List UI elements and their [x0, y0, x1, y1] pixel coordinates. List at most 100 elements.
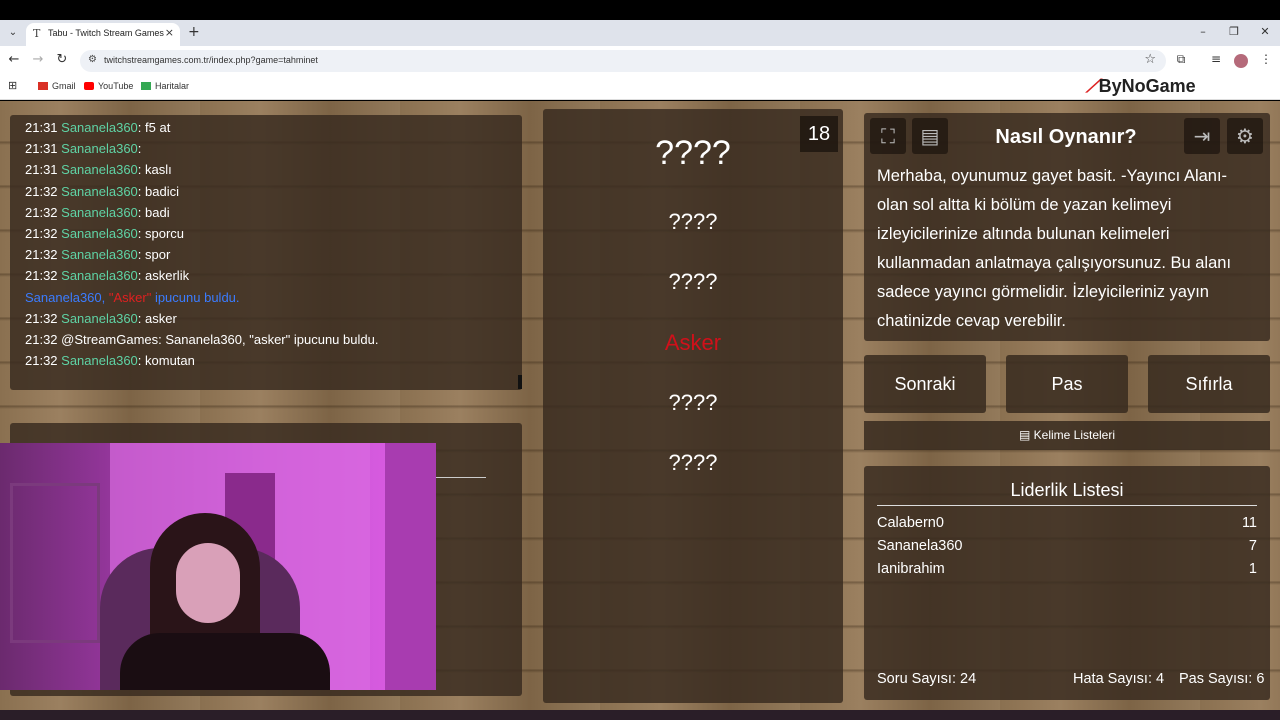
- pass-button[interactable]: Pas: [1006, 355, 1128, 413]
- chat-message: 21:32 Sananela360: sporcu: [25, 226, 184, 241]
- chat-notice: Sananela360, "Asker" ipucunu buldu.: [25, 290, 240, 305]
- target-word: ????: [655, 134, 731, 172]
- maps-icon: [141, 82, 151, 90]
- url-text[interactable]: twitchstreamgames.com.tr/index.php?game=…: [104, 55, 318, 65]
- youtube-icon: [84, 82, 94, 90]
- bookmark-label: YouTube: [98, 81, 134, 91]
- bookmark-gmail[interactable]: Gmail: [38, 81, 76, 91]
- profile-avatar[interactable]: [1234, 54, 1248, 68]
- chat-time: 21:32: [25, 247, 62, 263]
- back-icon[interactable]: ←: [6, 52, 22, 67]
- forward-icon[interactable]: →: [30, 52, 46, 67]
- next-button[interactable]: Sonraki: [864, 355, 986, 413]
- exit-icon[interactable]: ⇥: [1184, 118, 1220, 154]
- address-bar-row: ← → ↻ ⚙ twitchstreamgames.com.tr/index.p…: [0, 46, 1280, 76]
- divider: [436, 477, 486, 478]
- chat-time: 21:32: [25, 332, 62, 347]
- error-count: Hata Sayısı: 4: [1073, 671, 1165, 687]
- chat-username: Sananela360: [61, 310, 138, 326]
- logo-text: ByNoGame: [1098, 76, 1196, 96]
- chat-text: : badici: [137, 183, 179, 199]
- bookmark-star-icon[interactable]: ☆: [1144, 52, 1156, 67]
- player-name: Sananela360: [877, 538, 963, 554]
- bookmark-label: Haritalar: [155, 81, 190, 91]
- leaderboard-divider: [877, 505, 1257, 506]
- taboo-word-2: ????: [668, 269, 718, 294]
- player-score: 11: [1241, 515, 1257, 531]
- chat-time: 21:32: [25, 353, 62, 369]
- chat-time: 21:31: [25, 141, 62, 157]
- chat-time: 21:31: [25, 120, 62, 135]
- person-face: [176, 543, 240, 623]
- browser-tab[interactable]: T Tabu - Twitch Stream Games ×: [26, 23, 180, 46]
- player-score: 1: [1248, 561, 1257, 577]
- reset-button[interactable]: Sıfırla: [1148, 355, 1270, 413]
- chat-text: : sporcu: [137, 226, 185, 241]
- list-icon: ▤: [1018, 428, 1034, 442]
- minimize-icon[interactable]: –: [1195, 25, 1211, 38]
- tab-close-icon[interactable]: ×: [165, 26, 174, 39]
- reload-icon[interactable]: ↻: [54, 52, 70, 67]
- chat-scrollbar[interactable]: [518, 375, 522, 389]
- chat-message: 21:32 @StreamGames: Sananela360, "asker"…: [25, 332, 378, 347]
- chat-time: 21:32: [25, 183, 62, 199]
- word-lists-button[interactable]: ▤ Kelime Listeleri: [864, 421, 1270, 450]
- chat-username: Sananela360: [61, 247, 138, 263]
- chat-time: 21:31: [25, 162, 62, 178]
- leaderboard-title: Liderlik Listesi: [1010, 480, 1124, 500]
- tab-title: Tabu - Twitch Stream Games: [48, 28, 164, 38]
- chat-message: 21:31 Sananela360:: [25, 141, 141, 156]
- notes-icon[interactable]: ▤: [912, 118, 948, 154]
- window-close-icon[interactable]: ✕: [1257, 25, 1273, 38]
- top-black-bar: [0, 0, 1280, 20]
- os-taskbar: [0, 710, 1280, 720]
- chat-username: Sananela360: [61, 183, 138, 199]
- fullscreen-icon[interactable]: ⛶: [870, 118, 906, 154]
- media-controls-icon[interactable]: ≡: [1208, 52, 1224, 66]
- leaderboard-row: Sananela360 7: [877, 538, 1257, 554]
- extensions-icon[interactable]: ⧉: [1173, 52, 1189, 67]
- curtain: [385, 443, 436, 690]
- apps-grid-icon[interactable]: ⊞: [8, 79, 17, 92]
- webcam-feed: [0, 443, 436, 690]
- pass-count: Pas Sayısı: 6: [1179, 671, 1265, 687]
- bookmark-youtube[interactable]: YouTube: [84, 81, 133, 91]
- chat-username: Sananela360: [61, 268, 138, 284]
- chat-text: : badi: [137, 204, 170, 220]
- site-info-icon[interactable]: ⚙: [88, 54, 97, 65]
- help-title: Nasıl Oynanır?: [995, 126, 1137, 148]
- chat-message: 21:32 Sananela360: asker: [25, 311, 177, 326]
- new-tab-icon[interactable]: +: [188, 24, 200, 40]
- bookmark-maps[interactable]: Haritalar: [141, 81, 189, 91]
- bynogame-logo[interactable]: ⟋ByNoGame: [1086, 76, 1196, 97]
- taboo-word-found: Asker: [664, 330, 722, 355]
- chat-username: Sananela360: [61, 353, 138, 369]
- restore-icon[interactable]: ❐: [1226, 25, 1242, 38]
- chat-username: Sananela360: [61, 120, 138, 135]
- bookmark-label: Gmail: [52, 81, 76, 91]
- chat-message: 21:31 Sananela360: f5 at: [25, 120, 170, 135]
- player-name: Ianibrahim: [877, 561, 945, 577]
- notice-text: ipucunu buldu.: [151, 289, 240, 305]
- taboo-word-5: ????: [668, 450, 718, 475]
- tab-search-chevron-icon[interactable]: ⌄: [4, 24, 22, 42]
- notice-text: Sananela360,: [25, 289, 109, 305]
- chat-time: 21:32: [25, 226, 62, 241]
- chat-text: : kaslı: [137, 162, 172, 178]
- chat-username: Sananela360: [61, 226, 138, 241]
- player-score: 7: [1248, 538, 1257, 554]
- chat-time: 21:32: [25, 204, 62, 220]
- leaderboard-row: Ianibrahim 1: [877, 561, 1257, 577]
- settings-gear-icon[interactable]: ⚙: [1227, 118, 1263, 154]
- omnibox[interactable]: ⚙ twitchstreamgames.com.tr/index.php?gam…: [80, 50, 1166, 72]
- shelf: [10, 483, 100, 643]
- chat-time: 21:32: [25, 268, 62, 284]
- chat-text: : f5 at: [137, 120, 171, 135]
- chat-text: @StreamGames: Sananela360, "asker" ipucu…: [61, 332, 379, 347]
- chat-message: 21:31 Sananela360: kaslı: [25, 162, 172, 177]
- notice-word: "Asker": [108, 289, 152, 305]
- browser-menu-icon[interactable]: ⋮: [1258, 52, 1274, 66]
- chat-text: : askerlik: [137, 268, 190, 284]
- chat-message: 21:32 Sananela360: askerlik: [25, 268, 189, 283]
- taboo-word-1: ????: [668, 209, 718, 234]
